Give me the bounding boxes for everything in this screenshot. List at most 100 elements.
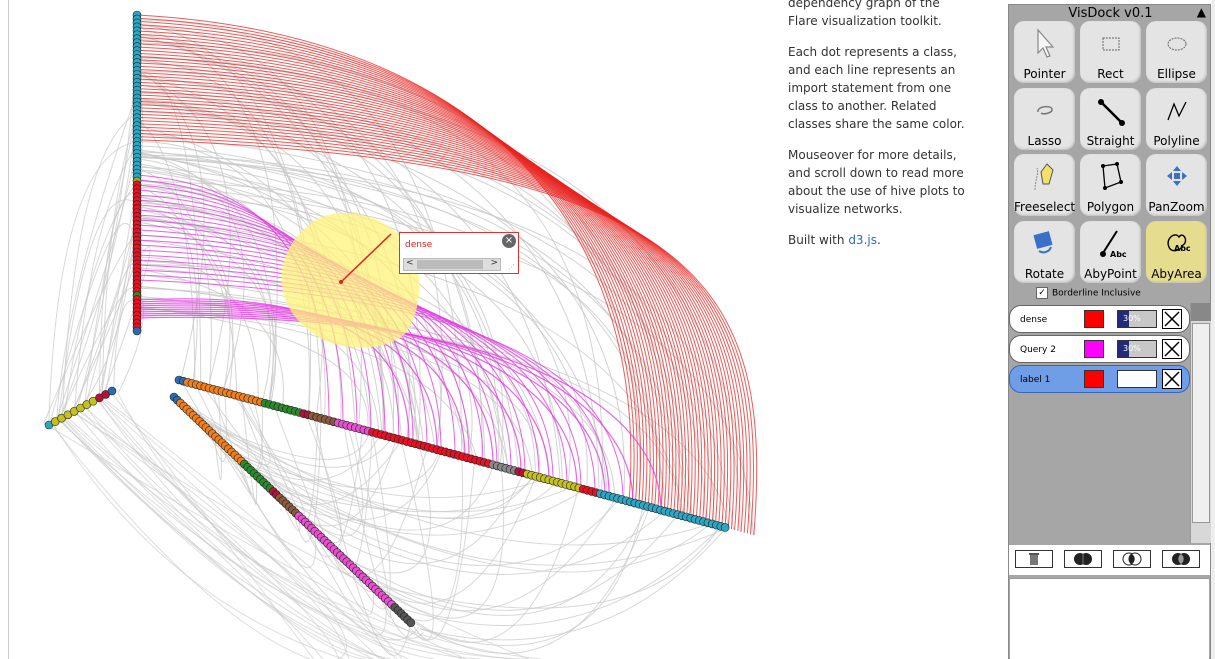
tool-polyline[interactable]: Polyline bbox=[1146, 88, 1207, 150]
visdock-panel: VisDock v0.1 ▲ Pointer Rect Ellipse Lass… bbox=[1008, 4, 1211, 659]
gray-edge bbox=[349, 444, 431, 574]
polygon-icon bbox=[1101, 162, 1123, 190]
visdock-title: VisDock v0.1 bbox=[1068, 6, 1153, 21]
freeselect-icon bbox=[1034, 163, 1054, 191]
gray-edge bbox=[136, 256, 259, 402]
left-axis-node[interactable] bbox=[107, 386, 117, 396]
tool-label: Pointer bbox=[1023, 67, 1066, 81]
annotate-area-icon: Abc bbox=[1167, 234, 1191, 253]
remove-layer-icon[interactable] bbox=[1162, 309, 1182, 329]
lower-axis-node[interactable] bbox=[406, 618, 416, 628]
annotate-point-icon: Abc bbox=[1100, 230, 1127, 259]
borderline-inclusive-option[interactable]: ✓ Borderline Inclusive bbox=[1036, 287, 1141, 299]
layer-name: Query 2 bbox=[1020, 345, 1056, 355]
annotation-label-popup[interactable]: dense × < > ⋰ bbox=[399, 232, 519, 274]
panzoom-icon bbox=[1167, 166, 1187, 186]
tool-abypoint[interactable]: Abc AbyPoint bbox=[1080, 221, 1141, 283]
triangle-up-icon[interactable]: ▲ bbox=[1197, 5, 1206, 19]
label-scrollbar[interactable]: < > bbox=[403, 258, 501, 271]
description-paragraph-1: Each dot represents a class, and each li… bbox=[788, 45, 965, 131]
tool-rotate[interactable]: Rotate bbox=[1014, 221, 1075, 283]
annotation-label-text: dense bbox=[405, 240, 433, 250]
scroll-left-icon[interactable]: < bbox=[406, 258, 414, 268]
tool-lasso[interactable]: Lasso bbox=[1014, 88, 1075, 150]
tool-label: Polyline bbox=[1153, 134, 1200, 148]
polyline-icon bbox=[1167, 101, 1187, 121]
query-layer-dense[interactable]: dense 30% bbox=[1009, 305, 1190, 333]
annotation-abc-text: Abc bbox=[1110, 250, 1127, 259]
layer-color-swatch[interactable] bbox=[1084, 340, 1104, 358]
straight-line-icon bbox=[1098, 99, 1125, 126]
description-paragraph-2: Mouseover for more details, and scroll d… bbox=[788, 148, 965, 216]
tool-label: Polygon bbox=[1086, 200, 1135, 214]
gray-edge bbox=[310, 446, 428, 578]
tool-label: Rotate bbox=[1024, 267, 1065, 281]
layer-name: label 1 bbox=[1020, 375, 1051, 385]
layer-opacity-slider[interactable]: 30% bbox=[1117, 340, 1157, 358]
scroll-thumb[interactable] bbox=[417, 260, 483, 269]
tool-label: Rect bbox=[1097, 67, 1124, 81]
gray-edge bbox=[373, 525, 721, 609]
gray-edge bbox=[100, 400, 380, 659]
gray-edge bbox=[72, 174, 139, 412]
pointer-icon bbox=[1037, 28, 1055, 58]
borderline-label: Borderline Inclusive bbox=[1052, 288, 1141, 299]
layer-label-field[interactable] bbox=[1117, 370, 1157, 388]
tool-label: AbyArea bbox=[1151, 267, 1202, 281]
tool-label: PanZoom bbox=[1148, 200, 1205, 214]
query-layer-label-1[interactable]: label 1 bbox=[1009, 365, 1190, 393]
ellipse-icon bbox=[1167, 37, 1187, 51]
built-with: Built with d3.js. bbox=[788, 231, 973, 249]
set-operations-bar bbox=[1009, 545, 1210, 575]
tool-abyarea[interactable]: Abc AbyArea bbox=[1146, 221, 1207, 283]
trash-icon[interactable] bbox=[1015, 550, 1053, 568]
borderline-checkbox[interactable]: ✓ bbox=[1036, 287, 1048, 299]
rect-icon bbox=[1102, 37, 1120, 51]
d3-link[interactable]: d3.js bbox=[848, 233, 877, 247]
annotation-anchor bbox=[339, 280, 343, 284]
vertical-axis-node[interactable] bbox=[132, 326, 142, 336]
tool-label: Lasso bbox=[1027, 134, 1062, 148]
tool-panzoom[interactable]: PanZoom bbox=[1146, 154, 1207, 216]
page-scrollbar[interactable] bbox=[1211, 0, 1215, 659]
scrollbar-thumb[interactable] bbox=[1192, 323, 1210, 523]
built-with-suffix: . bbox=[876, 233, 881, 247]
gray-edge bbox=[64, 414, 324, 659]
tool-label: Ellipse bbox=[1157, 67, 1196, 81]
tool-straight[interactable]: Straight bbox=[1080, 88, 1141, 150]
opacity-value: 30% bbox=[1123, 314, 1141, 323]
intersect-icon[interactable] bbox=[1113, 550, 1151, 568]
built-with-prefix: Built with bbox=[788, 233, 849, 247]
tool-label: AbyPoint bbox=[1084, 267, 1137, 281]
layer-color-swatch[interactable] bbox=[1084, 310, 1104, 328]
gray-edge bbox=[244, 439, 403, 505]
query-layer-query-2[interactable]: Query 2 30% bbox=[1009, 335, 1190, 363]
tool-label: Straight bbox=[1086, 134, 1135, 148]
layer-list-scrollbar[interactable] bbox=[1190, 303, 1211, 543]
red-edge bbox=[136, 84, 703, 521]
gray-edge bbox=[412, 506, 651, 654]
tool-pointer[interactable]: Pointer bbox=[1014, 21, 1075, 83]
tool-ellipse[interactable]: Ellipse bbox=[1146, 21, 1207, 83]
remove-layer-icon[interactable] bbox=[1162, 339, 1182, 359]
tool-freeselect[interactable]: Freeselect bbox=[1014, 154, 1075, 216]
scroll-right-icon[interactable]: > bbox=[490, 258, 498, 268]
output-area[interactable] bbox=[1010, 578, 1209, 659]
tool-polygon[interactable]: Polygon bbox=[1080, 154, 1141, 216]
right-axis-node[interactable] bbox=[720, 523, 730, 532]
layer-color-swatch[interactable] bbox=[1084, 370, 1104, 388]
gray-edge bbox=[397, 526, 722, 627]
resize-grip-icon[interactable]: ⋰ bbox=[508, 263, 515, 271]
xor-icon[interactable] bbox=[1162, 550, 1200, 568]
opacity-value: 30% bbox=[1123, 344, 1141, 353]
tool-rect[interactable]: Rect bbox=[1080, 21, 1141, 83]
layer-name: dense bbox=[1020, 315, 1048, 325]
close-icon[interactable]: × bbox=[502, 234, 516, 248]
intro-text: dependency graph of the Flare visualizat… bbox=[788, 0, 942, 28]
lasso-icon bbox=[1037, 105, 1053, 115]
description-panel: dependency graph of the Flare visualizat… bbox=[788, 0, 973, 262]
remove-layer-icon[interactable] bbox=[1162, 369, 1182, 389]
union-icon[interactable] bbox=[1064, 550, 1102, 568]
scroll-up-button[interactable] bbox=[1191, 303, 1211, 321]
layer-opacity-slider[interactable]: 30% bbox=[1117, 310, 1157, 328]
